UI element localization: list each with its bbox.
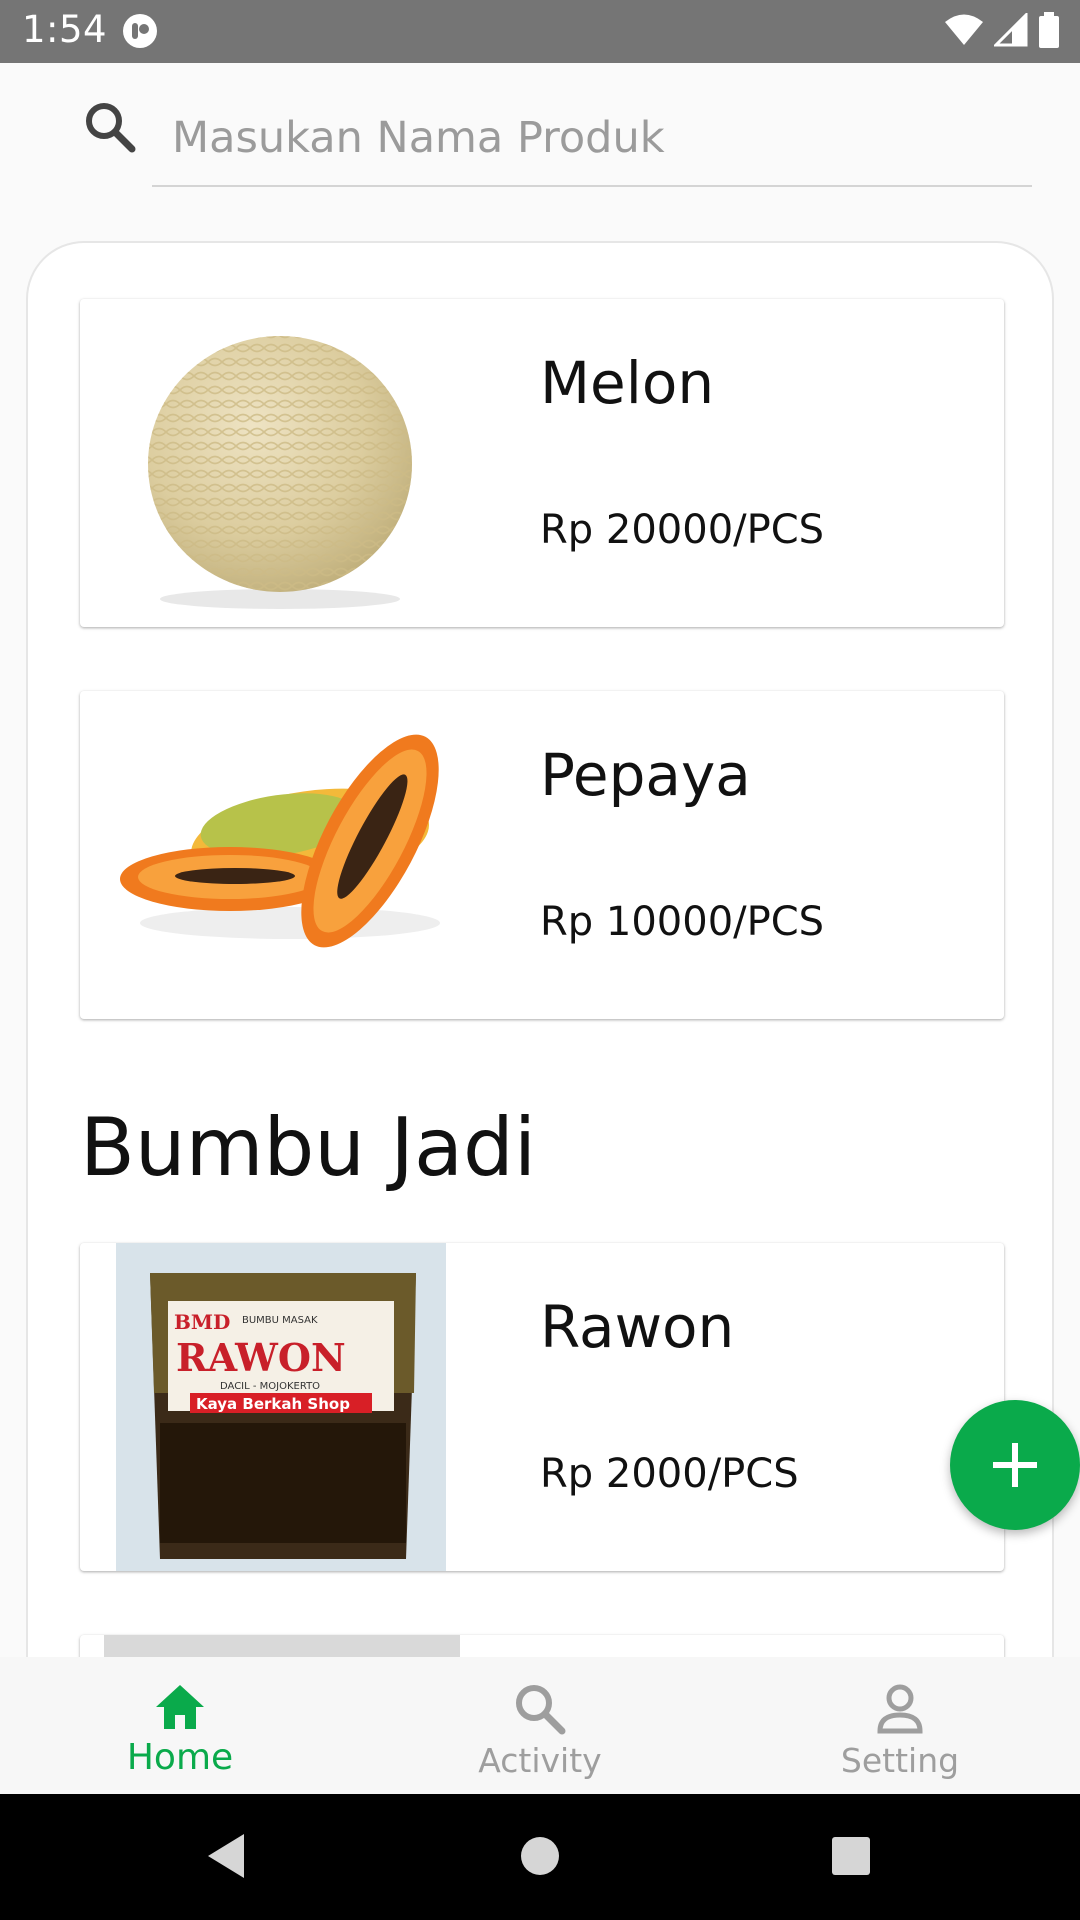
nav-label: Home <box>126 1737 234 1778</box>
product-name: Melon <box>540 349 715 417</box>
signal-icon <box>994 13 1028 47</box>
rawon-package-image: BMD BUMBU MASAK RAWON DACIL - MOJOKERTO … <box>116 1243 446 1571</box>
nav-label: Setting <box>840 1741 960 1780</box>
add-product-button[interactable] <box>950 1400 1080 1530</box>
section-title: Bumbu Jadi <box>80 1101 537 1194</box>
wifi-icon <box>945 14 983 45</box>
nav-item-home[interactable]: Home <box>0 1657 360 1794</box>
home-icon <box>156 1685 204 1729</box>
status-time: 1:54 <box>22 8 108 51</box>
product-name: Rawon <box>540 1293 735 1361</box>
home-circle-icon[interactable] <box>520 1832 560 1880</box>
product-card-melon[interactable]: Melon Rp 20000/PCS <box>80 299 1004 627</box>
system-navigation-bar <box>0 1794 1080 1920</box>
person-icon <box>877 1684 923 1734</box>
product-price: Rp 2000/PCS <box>540 1451 799 1497</box>
back-icon[interactable] <box>206 1832 246 1880</box>
product-name: Pepaya <box>540 741 751 809</box>
plus-icon <box>993 1443 1037 1487</box>
nav-item-setting[interactable]: Setting <box>720 1657 1080 1794</box>
product-price: Rp 20000/PCS <box>540 507 825 553</box>
app-notification-icon <box>123 14 157 48</box>
search-input[interactable] <box>152 91 1032 187</box>
search-icon <box>516 1685 566 1735</box>
package-sub: DACIL - MOJOKERTO <box>220 1381 320 1392</box>
nav-item-activity[interactable]: Activity <box>360 1657 720 1794</box>
bottom-navigation: Home Activity Setting <box>0 1657 1080 1794</box>
product-list-panel: Melon Rp 20000/PCS Pepaya Rp 10000/PCS B <box>26 241 1054 1661</box>
package-brand: BMD <box>174 1310 230 1334</box>
melon-image <box>110 299 442 627</box>
package-product: RAWON <box>176 1335 346 1380</box>
package-shop: Kaya Berkah Shop <box>196 1395 350 1413</box>
search-bar <box>0 63 1080 241</box>
recents-icon[interactable] <box>830 1832 872 1880</box>
search-icon <box>86 103 136 153</box>
package-type: BUMBU MASAK <box>242 1315 318 1326</box>
product-card-pepaya[interactable]: Pepaya Rp 10000/PCS <box>80 691 1004 1019</box>
product-price: Rp 10000/PCS <box>540 899 825 945</box>
status-bar: 1:54 <box>0 0 1080 63</box>
battery-icon <box>1039 12 1059 48</box>
status-icons <box>934 12 1060 48</box>
nav-label: Activity <box>478 1741 602 1780</box>
product-card-rawon[interactable]: BMD BUMBU MASAK RAWON DACIL - MOJOKERTO … <box>80 1243 1004 1571</box>
papaya-image <box>110 691 442 1019</box>
